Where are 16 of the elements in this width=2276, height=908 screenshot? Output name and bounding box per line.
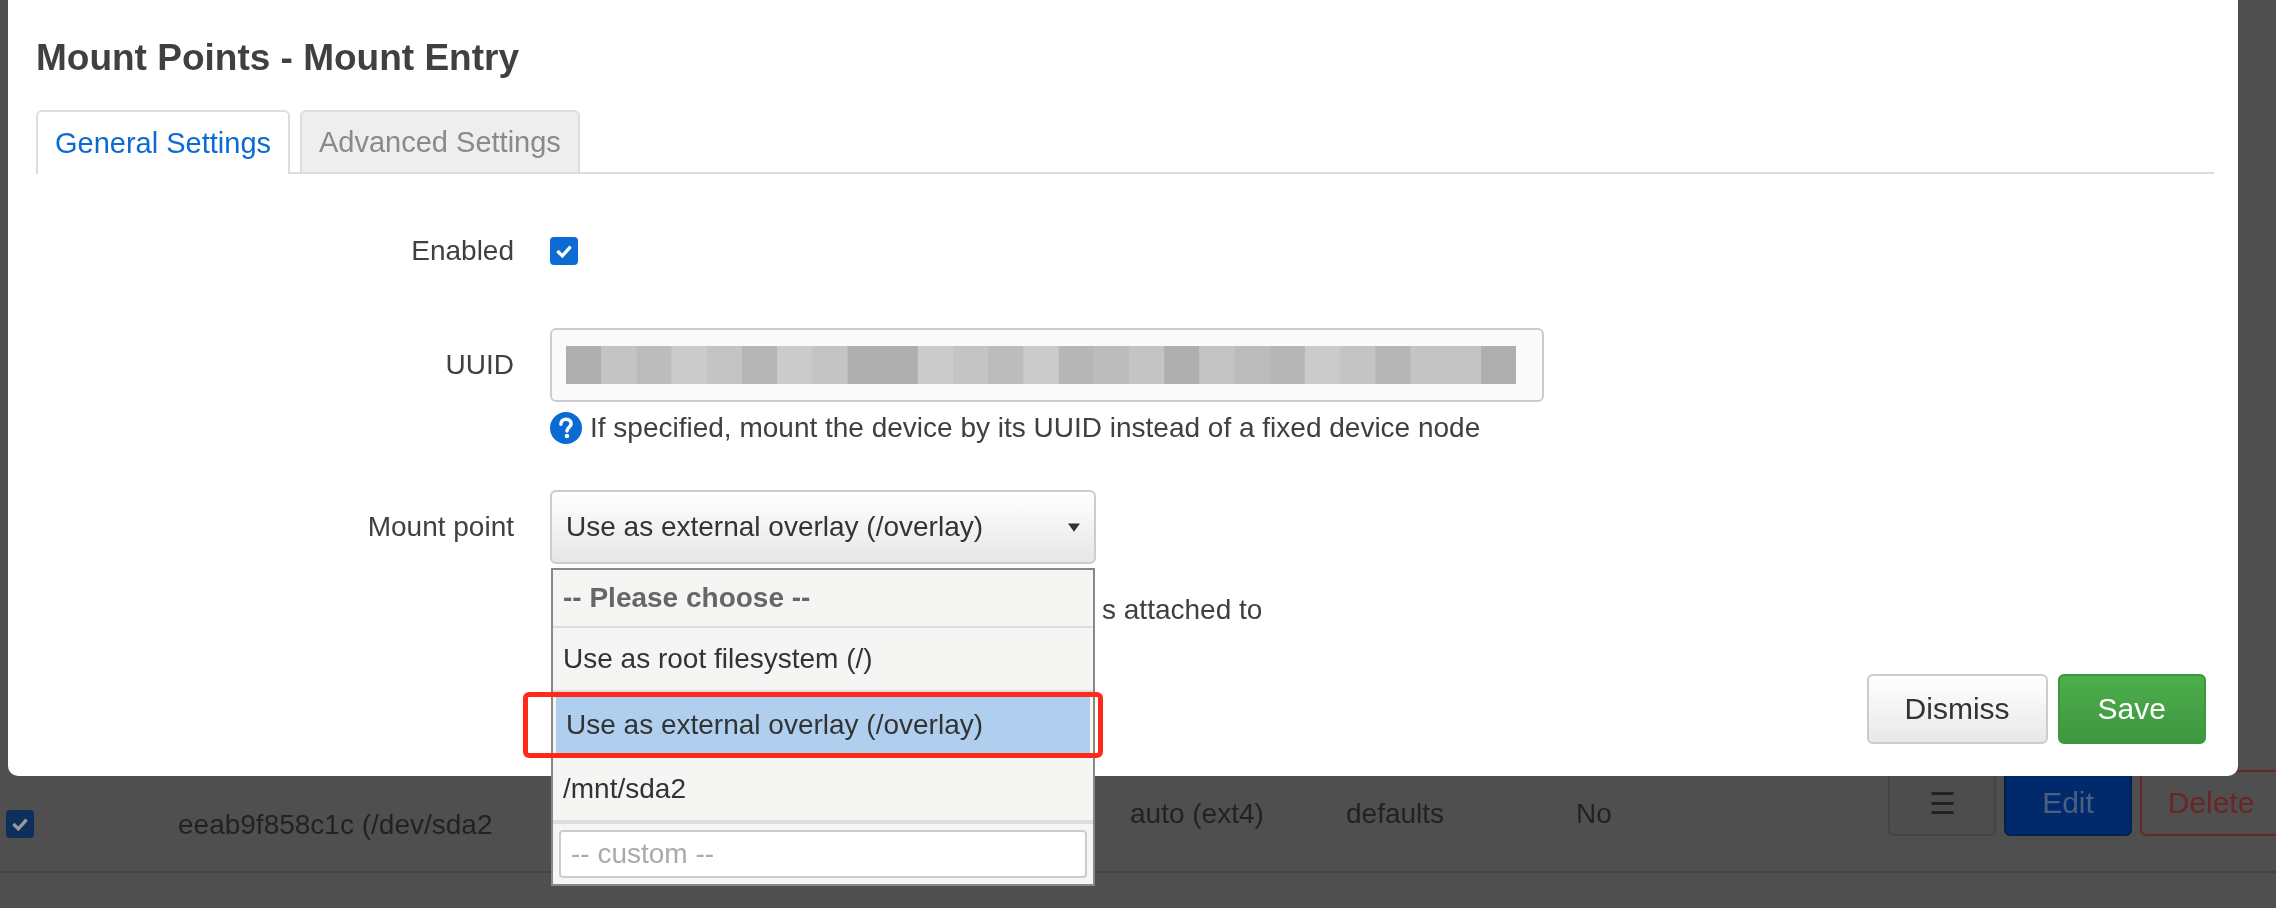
- dismiss-button[interactable]: Dismiss: [1866, 674, 2048, 744]
- help-text: If specified, mount the device by its UUID instead of a fixed device node: [590, 412, 1481, 444]
- mount-point-select[interactable]: Use as external overlay (/overlay): [550, 490, 1096, 564]
- dropdown-option[interactable]: Use as external overlay (/overlay): [556, 697, 1090, 753]
- dropdown-option[interactable]: -- Please choose --: [553, 570, 1093, 628]
- tab[interactable]: Advanced Settings: [300, 110, 580, 172]
- save-button[interactable]: Save: [2057, 674, 2206, 744]
- field-label: Enabled: [410, 234, 514, 268]
- dialog-title: Mount Points - Mount Entry: [36, 36, 520, 80]
- dropdown-option[interactable]: Use as root filesystem (/): [553, 628, 1093, 692]
- help-text: s attached to: [1102, 594, 1263, 626]
- tab[interactable]: General Settings: [36, 110, 290, 174]
- field-label: Mount point: [366, 510, 514, 544]
- custom-input-field[interactable]: -- custom --: [559, 830, 1087, 878]
- dropdown-option[interactable]: /mnt/sda2: [553, 758, 1093, 822]
- field-label: UUID: [444, 348, 514, 382]
